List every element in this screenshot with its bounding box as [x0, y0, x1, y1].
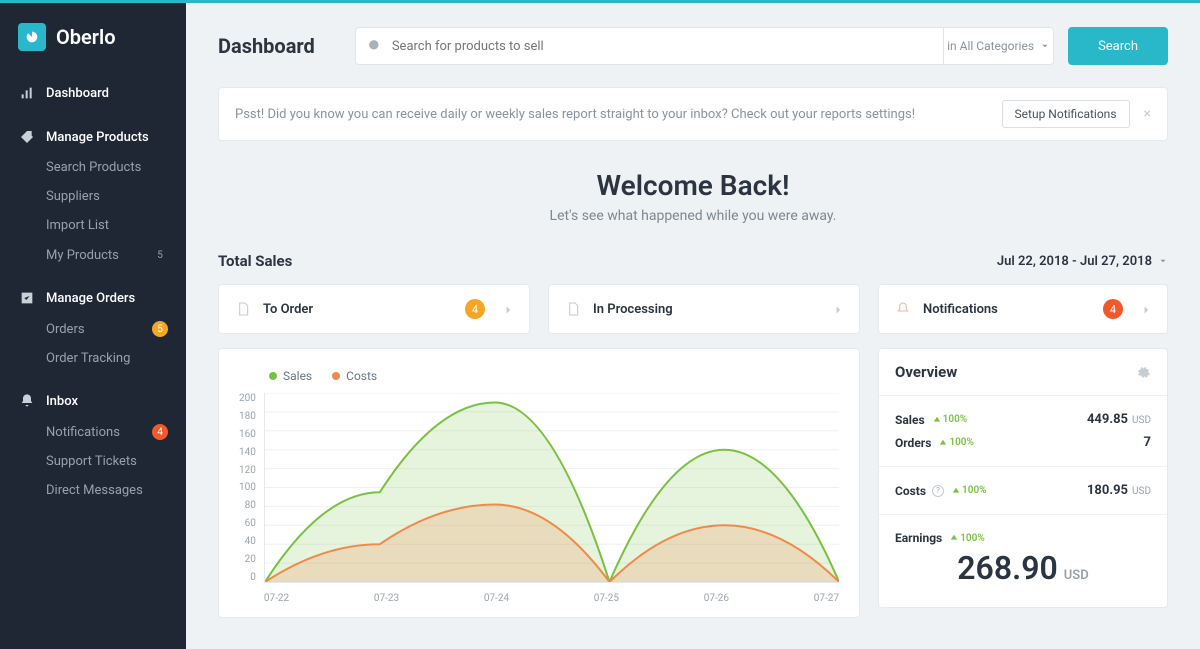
- overview-card: Overview Sales 100% 449.85USD Orders 100…: [878, 348, 1168, 608]
- chart-x-axis: 07-2207-2307-2407-2507-2607-27: [264, 587, 839, 604]
- welcome-subtitle: Let's see what happened while you were a…: [218, 208, 1168, 224]
- orders-count-badge: 5: [152, 321, 168, 337]
- bell-icon: [895, 301, 911, 317]
- sidebar-item-label: My Products: [46, 248, 119, 263]
- sidebar-item-label: Import List: [46, 218, 109, 233]
- sidebar-item-label: Manage Orders: [46, 291, 135, 306]
- overview-earnings-row: Earnings 100%: [895, 527, 1151, 549]
- search-input[interactable]: [392, 39, 931, 54]
- sidebar-item-orders[interactable]: Orders 5: [0, 314, 186, 344]
- overview-title: Overview: [895, 363, 957, 381]
- header: Dashboard in All Categories Search: [218, 27, 1168, 65]
- trend-up-icon: 100%: [939, 437, 974, 448]
- chart-legend: Sales Costs: [269, 369, 839, 383]
- arrow-right-icon: [1137, 302, 1151, 316]
- sidebar-item-label: Order Tracking: [46, 351, 130, 366]
- date-range-picker[interactable]: Jul 22, 2018 - Jul 27, 2018: [997, 254, 1168, 269]
- sidebar: Oberlo Dashboard Manage Products Search …: [0, 3, 186, 649]
- notice-banner: Psst! Did you know you can receive daily…: [218, 87, 1168, 141]
- to-order-card[interactable]: To Order 4: [218, 284, 530, 334]
- overview-orders-row: Orders 100% 7: [895, 431, 1151, 454]
- sidebar-item-label: Manage Products: [46, 130, 149, 145]
- sidebar-item-my-products[interactable]: My Products 5: [0, 240, 186, 270]
- arrow-right-icon: [499, 302, 513, 316]
- sidebar-item-suppliers[interactable]: Suppliers: [0, 182, 186, 211]
- category-label: in All Categories: [947, 39, 1034, 53]
- sidebar-item-notifications[interactable]: Notifications 4: [0, 417, 186, 447]
- trend-up-icon: 100%: [950, 533, 985, 544]
- sidebar-item-dashboard[interactable]: Dashboard: [0, 77, 186, 109]
- page-title: Dashboard: [218, 34, 315, 58]
- sidebar-item-label: Orders: [46, 322, 85, 337]
- in-processing-card[interactable]: In Processing: [548, 284, 860, 334]
- notifications-card[interactable]: Notifications 4: [878, 284, 1168, 334]
- in-processing-label: In Processing: [593, 302, 673, 317]
- sales-chart-card: Sales Costs 200180160140120100806040200 …: [218, 348, 860, 618]
- notifications-count-badge: 4: [152, 424, 168, 440]
- welcome-title: Welcome Back!: [218, 169, 1168, 202]
- gear-icon[interactable]: [1137, 365, 1151, 379]
- sidebar-item-search-products[interactable]: Search Products: [0, 153, 186, 182]
- chevron-down-icon: [1040, 41, 1050, 51]
- sidebar-item-inbox[interactable]: Inbox: [0, 385, 186, 417]
- sidebar-item-support-tickets[interactable]: Support Tickets: [0, 447, 186, 476]
- chevron-down-icon: [1158, 256, 1168, 266]
- tag-icon: [18, 128, 36, 146]
- category-dropdown[interactable]: in All Categories: [944, 27, 1054, 65]
- document-icon: [235, 301, 251, 317]
- my-products-count-badge: 5: [152, 247, 168, 263]
- dot-icon: [269, 372, 277, 380]
- dashboard-icon: [18, 84, 36, 102]
- sidebar-item-direct-messages[interactable]: Direct Messages: [0, 476, 186, 505]
- setup-notifications-button[interactable]: Setup Notifications: [1002, 100, 1130, 128]
- sidebar-item-label: Support Tickets: [46, 454, 137, 469]
- notifications-label: Notifications: [923, 302, 998, 317]
- search-button[interactable]: Search: [1068, 27, 1168, 65]
- legend-costs: Costs: [332, 369, 377, 383]
- oberlo-logo-icon: [18, 23, 46, 51]
- bell-icon: [18, 392, 36, 410]
- main-content: Dashboard in All Categories Search Psst!…: [186, 3, 1200, 649]
- sidebar-item-manage-products[interactable]: Manage Products: [0, 121, 186, 153]
- help-icon[interactable]: ?: [932, 485, 944, 497]
- sidebar-item-label: Search Products: [46, 160, 141, 175]
- search-bar: in All Categories Search: [355, 27, 1168, 65]
- document-icon: [565, 301, 581, 317]
- sidebar-item-manage-orders[interactable]: Manage Orders: [0, 282, 186, 314]
- chart-y-axis: 200180160140120100806040200: [239, 393, 264, 583]
- sidebar-item-label: Notifications: [46, 425, 120, 440]
- sidebar-item-label: Dashboard: [46, 86, 109, 101]
- arrow-right-icon: [829, 302, 843, 316]
- to-order-label: To Order: [263, 302, 313, 317]
- sidebar-item-label: Suppliers: [46, 189, 100, 204]
- trend-up-icon: 100%: [933, 414, 968, 425]
- total-sales-title: Total Sales: [218, 252, 292, 270]
- overview-sales-row: Sales 100% 449.85USD: [895, 408, 1151, 431]
- close-icon[interactable]: ×: [1144, 106, 1151, 122]
- brand-name: Oberlo: [56, 25, 116, 49]
- dot-icon: [332, 372, 340, 380]
- search-input-wrap[interactable]: [355, 27, 944, 65]
- overview-costs-row: Costs ? 100% 180.95USD: [895, 479, 1151, 502]
- date-range-label: Jul 22, 2018 - Jul 27, 2018: [997, 254, 1152, 269]
- sidebar-item-label: Direct Messages: [46, 483, 143, 498]
- trend-up-icon: 100%: [952, 485, 987, 496]
- brand[interactable]: Oberlo: [0, 17, 186, 71]
- chart-plot: [264, 393, 839, 583]
- notice-text: Psst! Did you know you can receive daily…: [235, 107, 1002, 122]
- notifications-badge: 4: [1103, 299, 1123, 319]
- checkbox-icon: [18, 289, 36, 307]
- search-icon: [368, 39, 382, 53]
- legend-sales: Sales: [269, 369, 312, 383]
- sidebar-item-order-tracking[interactable]: Order Tracking: [0, 344, 186, 373]
- sidebar-item-import-list[interactable]: Import List: [0, 211, 186, 240]
- to-order-badge: 4: [465, 299, 485, 319]
- sidebar-item-label: Inbox: [46, 394, 78, 409]
- earnings-value: 268.90USD: [895, 549, 1151, 595]
- welcome-block: Welcome Back! Let's see what happened wh…: [218, 169, 1168, 224]
- total-sales-header: Total Sales Jul 22, 2018 - Jul 27, 2018: [218, 252, 1168, 270]
